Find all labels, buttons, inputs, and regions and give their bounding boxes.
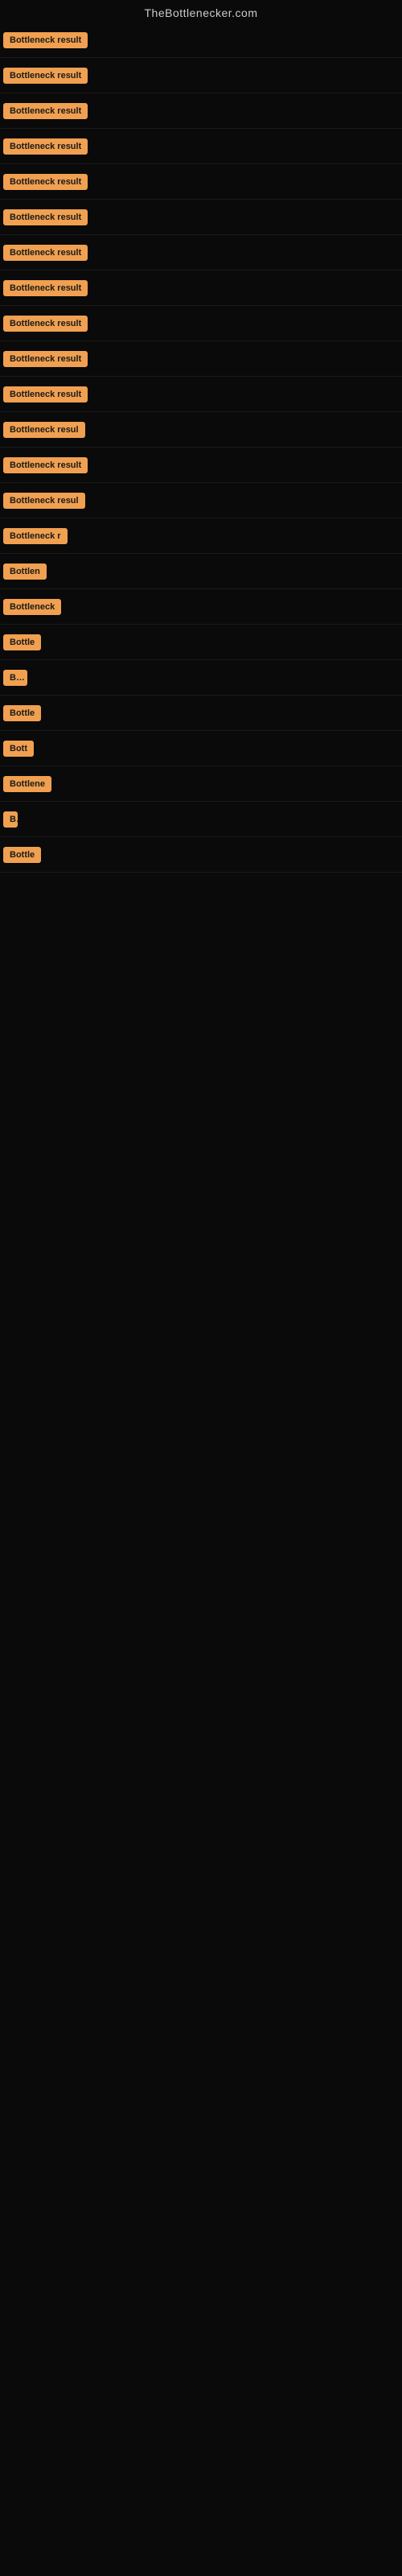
list-item[interactable]: Bottle	[0, 625, 402, 660]
list-item[interactable]: Bottleneck result	[0, 270, 402, 306]
bottleneck-result-badge[interactable]: Bottleneck result	[3, 103, 88, 119]
bottleneck-result-badge[interactable]: Bottleneck result	[3, 386, 88, 402]
list-item[interactable]: Bottleneck result	[0, 306, 402, 341]
list-item[interactable]: Bottleneck result	[0, 23, 402, 58]
list-item[interactable]: Bottleneck result	[0, 377, 402, 412]
list-item[interactable]: Bottleneck result	[0, 200, 402, 235]
bottleneck-result-badge[interactable]: Bott	[3, 741, 34, 757]
list-item[interactable]: Bottleneck resul	[0, 412, 402, 448]
list-item[interactable]: Bottleneck result	[0, 164, 402, 200]
bottleneck-result-badge[interactable]: Bottle	[3, 847, 41, 863]
bottleneck-result-badge[interactable]: Bottleneck result	[3, 457, 88, 473]
list-item[interactable]: Bottleneck result	[0, 58, 402, 93]
list-item[interactable]: Bottleneck	[0, 589, 402, 625]
list-item[interactable]: Bottleneck result	[0, 93, 402, 129]
list-item[interactable]: Bott	[0, 731, 402, 766]
bottleneck-result-badge[interactable]: Bottlene	[3, 776, 51, 792]
bottleneck-result-badge[interactable]: Bottleneck result	[3, 174, 88, 190]
list-item[interactable]: Bottleneck resul	[0, 483, 402, 518]
bottleneck-result-badge[interactable]: Bottle	[3, 634, 41, 650]
bottleneck-result-badge[interactable]: Bottleneck result	[3, 245, 88, 261]
bottleneck-result-badge[interactable]: Bottleneck result	[3, 138, 88, 155]
list-item[interactable]: Bottleneck result	[0, 341, 402, 377]
list-item[interactable]: Bo	[0, 660, 402, 696]
bottleneck-result-badge[interactable]: Bottleneck result	[3, 209, 88, 225]
bottleneck-result-badge[interactable]: Bottleneck resul	[3, 422, 85, 438]
list-item[interactable]: Bottleneck result	[0, 448, 402, 483]
bottleneck-result-badge[interactable]: Bottleneck result	[3, 32, 88, 48]
bottleneck-result-badge[interactable]: Bottleneck result	[3, 68, 88, 84]
bottleneck-result-badge[interactable]: Bottleneck result	[3, 351, 88, 367]
bottleneck-result-badge[interactable]: Bottleneck result	[3, 316, 88, 332]
bottleneck-result-badge[interactable]: Bo	[3, 670, 27, 686]
list-item[interactable]: Bottle	[0, 696, 402, 731]
bottleneck-result-badge[interactable]: Bottleneck	[3, 599, 61, 615]
list-item[interactable]: Bottle	[0, 837, 402, 873]
bottleneck-result-badge[interactable]: B	[3, 811, 18, 828]
list-item[interactable]: Bottleneck result	[0, 129, 402, 164]
list-item[interactable]: B	[0, 802, 402, 837]
list-item[interactable]: Bottlen	[0, 554, 402, 589]
list-item[interactable]: Bottleneck result	[0, 235, 402, 270]
site-title: TheBottlenecker.com	[0, 0, 402, 23]
list-item[interactable]: Bottlene	[0, 766, 402, 802]
bottleneck-result-badge[interactable]: Bottlen	[3, 564, 47, 580]
bottleneck-result-badge[interactable]: Bottleneck result	[3, 280, 88, 296]
bottleneck-result-badge[interactable]: Bottleneck resul	[3, 493, 85, 509]
list-item[interactable]: Bottleneck r	[0, 518, 402, 554]
bottleneck-result-badge[interactable]: Bottle	[3, 705, 41, 721]
bottleneck-result-badge[interactable]: Bottleneck r	[3, 528, 68, 544]
